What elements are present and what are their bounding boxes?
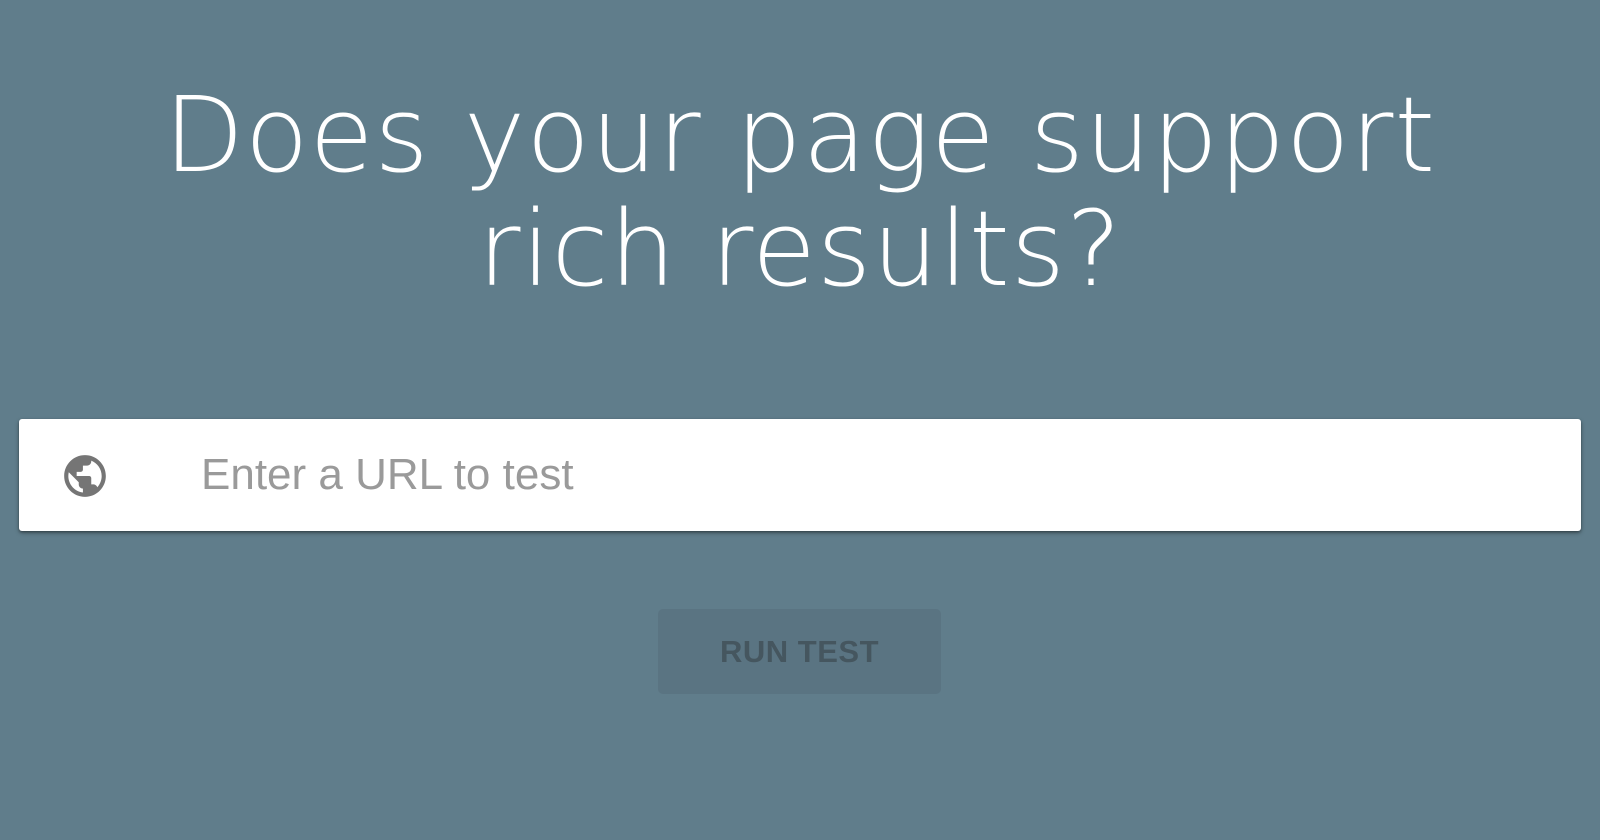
page-title: Does your page support rich results? bbox=[163, 74, 1437, 310]
run-test-button[interactable]: RUN TEST bbox=[658, 609, 941, 694]
url-input[interactable] bbox=[189, 419, 1549, 531]
url-search-bar bbox=[19, 419, 1581, 531]
globe-icon bbox=[64, 455, 106, 497]
